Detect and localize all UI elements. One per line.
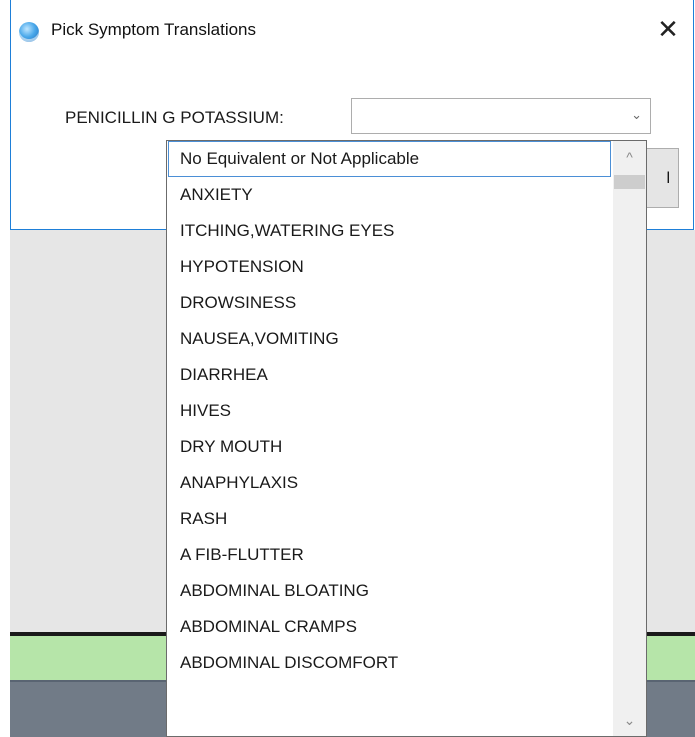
dropdown-option[interactable]: NAUSEA,VOMITING: [167, 321, 613, 357]
dropdown-option[interactable]: RASH: [167, 501, 613, 537]
dialog-title: Pick Symptom Translations: [51, 20, 257, 39]
dropdown-option[interactable]: HYPOTENSION: [167, 249, 613, 285]
app-globe-icon: [19, 22, 39, 42]
close-button[interactable]: ✕: [653, 14, 683, 44]
chevron-down-icon[interactable]: ⌄: [631, 107, 642, 123]
title-bar[interactable]: Pick Symptom Translations ✕: [11, 0, 693, 62]
symptom-dropdown-list[interactable]: No Equivalent or Not Applicable ANXIETY IT…: [166, 140, 647, 737]
scroll-thumb[interactable]: [614, 175, 645, 189]
dropdown-option[interactable]: ABDOMINAL BLOATING: [167, 573, 613, 609]
dropdown-option[interactable]: ITCHING,WATERING EYES: [167, 213, 613, 249]
dropdown-option[interactable]: DRY MOUTH: [167, 429, 613, 465]
symptom-combobox[interactable]: ⌄: [351, 98, 651, 134]
dropdown-items: No Equivalent or Not Applicable ANXIETY IT…: [167, 141, 613, 681]
scroll-up-icon[interactable]: ^: [613, 141, 646, 173]
dropdown-option[interactable]: A FIB-FLUTTER: [167, 537, 613, 573]
dropdown-option[interactable]: DROWSINESS: [167, 285, 613, 321]
dropdown-option[interactable]: ANXIETY: [167, 177, 613, 213]
dropdown-scrollbar[interactable]: ^ ⌄: [613, 141, 646, 736]
scroll-down-icon[interactable]: ⌄: [613, 704, 646, 736]
window-frame-left: [0, 0, 10, 737]
dropdown-option[interactable]: DIARRHEA: [167, 357, 613, 393]
drug-label: PENICILLIN G POTASSIUM:: [65, 108, 284, 127]
dropdown-option[interactable]: No Equivalent or Not Applicable: [168, 141, 611, 177]
dropdown-option[interactable]: ANAPHYLAXIS: [167, 465, 613, 501]
dropdown-option[interactable]: HIVES: [167, 393, 613, 429]
dropdown-option[interactable]: ABDOMINAL CRAMPS: [167, 609, 613, 645]
dropdown-option[interactable]: ABDOMINAL DISCOMFORT: [167, 645, 613, 681]
